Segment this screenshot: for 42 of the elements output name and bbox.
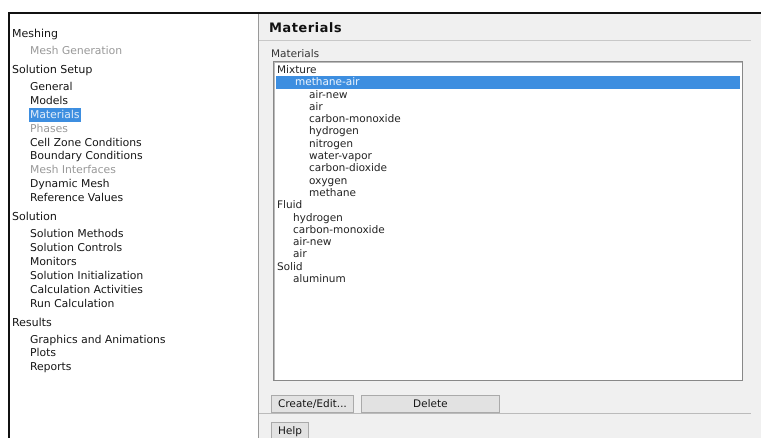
tree-group-label[interactable]: Solution <box>12 209 57 224</box>
list-item[interactable]: nitrogen <box>274 138 742 150</box>
navigation-item[interactable]: Plots <box>29 346 57 360</box>
list-item[interactable]: air <box>274 100 742 114</box>
navigation-item[interactable]: Calculation Activities <box>29 282 144 297</box>
navigation-item[interactable]: Solution Controls <box>29 240 124 255</box>
navigation-item[interactable]: Solution Methods <box>29 227 125 241</box>
tree-group-label[interactable]: Results <box>12 314 52 330</box>
list-item[interactable]: aluminum <box>274 273 742 286</box>
navigation-item[interactable]: Boundary Conditions <box>29 149 144 164</box>
navigation-item[interactable]: Dynamic Mesh <box>29 177 110 192</box>
list-label: Materials <box>271 47 320 61</box>
list-item[interactable]: Solid <box>274 260 742 274</box>
list-item[interactable]: Mixture <box>274 64 742 76</box>
navigation-item[interactable]: General <box>29 80 74 94</box>
navigation-item[interactable]: Graphics and Animations <box>29 332 167 346</box>
list-item[interactable]: hydrogen <box>274 125 742 138</box>
navigation-item[interactable]: Reports <box>29 360 72 374</box>
action-button[interactable]: Delete <box>360 395 500 413</box>
list-item[interactable]: air <box>274 248 742 261</box>
navigation-item[interactable]: Cell Zone Conditions <box>29 136 143 150</box>
help-button[interactable]: Help <box>271 422 309 438</box>
list-item[interactable]: air-new <box>274 236 742 248</box>
navigation-item[interactable]: Models <box>29 94 70 108</box>
list-item[interactable]: Fluid <box>274 199 742 212</box>
list-item[interactable]: carbon-monoxide <box>274 224 742 236</box>
navigation-item[interactable]: Reference Values <box>29 191 124 206</box>
navigation-item[interactable]: Run Calculation <box>29 296 116 310</box>
navigation-item[interactable]: Monitors <box>29 254 78 269</box>
list-item[interactable]: carbon-dioxide <box>274 162 742 175</box>
action-button[interactable]: Create/Edit... <box>271 395 354 413</box>
tree-group-label[interactable]: Solution Setup <box>12 62 92 77</box>
panel-title: Materials <box>259 14 751 41</box>
materials-list[interactable]: Mixture methane-air air-new air carbon-monoxide hydrogen nitrogen water-vapor carbon-dioxide oxygen methane Fluid hydrogen carbon-monoxide air-new air Solid aluminum <box>273 61 743 381</box>
list-item[interactable]: carbon-monoxide <box>274 113 742 126</box>
list-item[interactable]: hydrogen <box>274 212 742 224</box>
tree-group-label[interactable]: Meshing <box>12 26 58 41</box>
navigation-item[interactable]: Solution Initialization <box>29 268 144 283</box>
list-item[interactable]: methane <box>274 186 742 200</box>
list-item[interactable]: oxygen <box>274 174 742 187</box>
list-item[interactable]: air-new <box>274 88 742 101</box>
list-item[interactable]: water-vapor <box>274 150 742 162</box>
